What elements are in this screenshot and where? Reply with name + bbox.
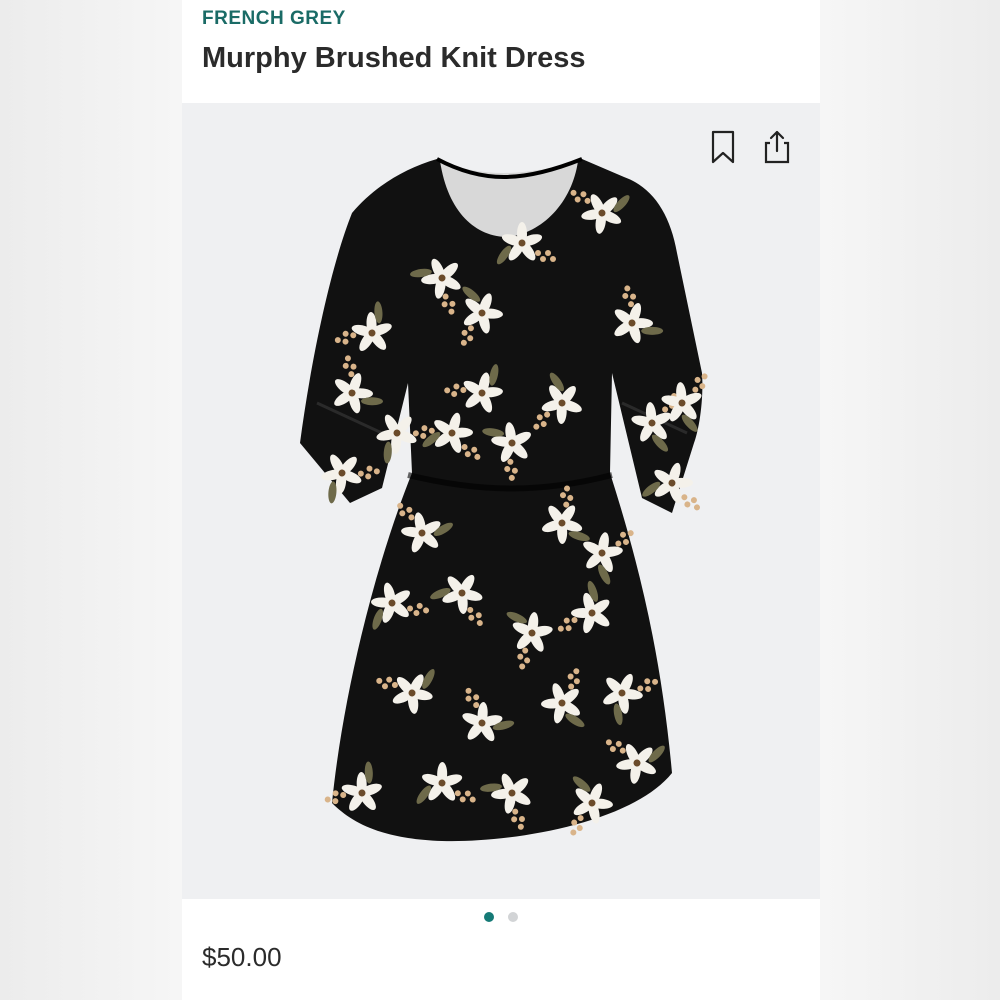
dress-image — [300, 157, 708, 842]
product-price: $50.00 — [202, 942, 282, 972]
product-image[interactable] — [182, 103, 820, 899]
product-card: FRENCH GREY Murphy Brushed Knit Dress $5… — [182, 0, 820, 1000]
carousel-dot-2[interactable] — [508, 912, 518, 922]
brand-name[interactable]: FRENCH GREY — [202, 8, 346, 30]
carousel-indicator — [182, 912, 820, 928]
share-icon[interactable] — [762, 129, 792, 165]
bookmark-icon[interactable] — [708, 129, 738, 165]
carousel-dot-1[interactable] — [484, 912, 494, 922]
product-title: Murphy Brushed Knit Dress — [202, 42, 586, 74]
